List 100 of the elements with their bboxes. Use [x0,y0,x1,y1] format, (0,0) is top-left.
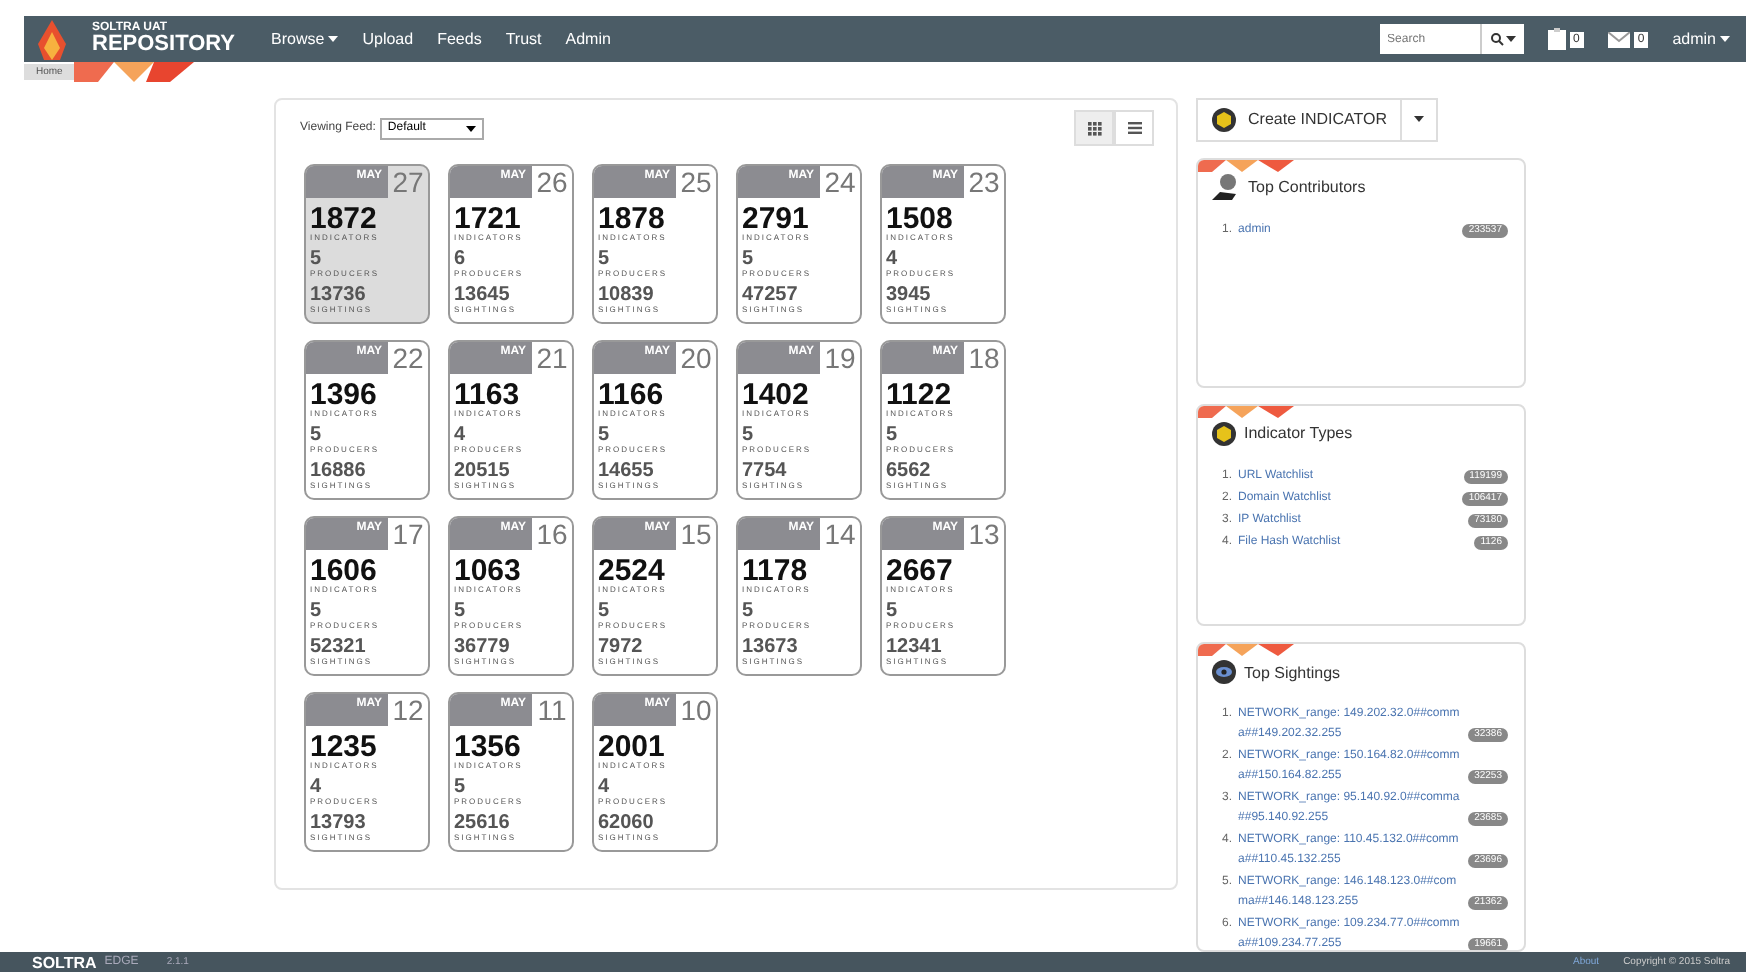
stat-value: 5 [598,250,612,270]
stat-value: 2791 [742,204,811,234]
caret-icon [1505,36,1516,42]
stat-value: 1606 [310,556,379,586]
clipboard-icon [1547,28,1566,50]
menu-item[interactable]: Feeds [437,30,482,48]
grid-view-button[interactable] [1074,110,1114,146]
card-day: 19 [820,342,860,374]
stat-value: 4 [886,250,900,270]
card-day: 10 [676,694,716,726]
card-day: 13 [964,518,1004,550]
stat-value: 13645 [454,286,512,306]
widget-title: Indicator Types [1244,424,1353,443]
stat-value: 1163 [454,380,520,410]
envelope-icon [1607,31,1630,47]
menu-item[interactable]: Browse [271,30,339,48]
stat-value: 14655 [598,462,656,482]
search-button[interactable] [1479,24,1524,54]
stat-value: 7972 [598,638,645,658]
stat-value: 6562 [886,462,933,482]
search-icon [1489,32,1504,46]
card-day: 21 [532,342,572,374]
caret-icon [1414,116,1424,123]
card-day: 23 [964,166,1004,198]
stat-value: 5 [310,250,324,270]
stat-value: 20515 [454,462,512,482]
stat-value: 5 [598,602,612,622]
card-day: 24 [820,166,860,198]
stat-value: 16886 [310,462,368,482]
stat-value: 1178 [742,556,808,586]
triangle-banner-icon [1198,405,1294,418]
footer-brand: SOLTRA [32,953,97,971]
stat-value: 12341 [886,638,944,658]
stat-value: 1878 [598,204,667,234]
stat-value: 13793 [310,814,368,834]
stat-value: 3945 [886,286,933,306]
stat-value: 1396 [310,380,379,410]
stat-value: 1356 [454,732,523,762]
stat-value: 1872 [310,204,379,234]
stat-value: 1063 [454,556,523,586]
card-day: 20 [676,342,716,374]
stat-value: 5 [886,426,900,446]
stat-value: 62060 [598,814,656,834]
triangle-banner-icon [1198,159,1294,172]
menu-item[interactable]: Upload [362,30,414,48]
stat-value: 36779 [454,638,512,658]
stat-value: 5 [886,602,900,622]
card-day: 22 [388,342,428,374]
card-day: 27 [388,166,428,198]
create-indicator-button[interactable]: Create INDICATOR [1196,98,1402,142]
stat-value: 5 [310,602,324,622]
menu-item[interactable]: Trust [505,30,542,48]
stat-value: 7754 [742,462,789,482]
card-day: 26 [532,166,572,198]
stat-value: 13736 [310,286,368,306]
stat-value: 1122 [886,380,952,410]
caret-icon [465,125,476,131]
flame-logo-icon [36,19,68,59]
card-day: 12 [388,694,428,726]
card-day: 14 [820,518,860,550]
brand-title: REPOSITORY [92,34,236,56]
stat-value: 25616 [454,814,512,834]
caret-icon [1720,36,1730,42]
stat-value: 6 [454,250,468,270]
dropdown-toggle[interactable] [1402,98,1438,142]
stat-value: 10839 [598,286,656,306]
stat-value: 1721 [454,204,523,234]
card-day: 11 [532,694,572,726]
card-day: 16 [532,518,572,550]
triangle-banner-icon [74,62,195,82]
user-menu[interactable]: admin [1672,30,1730,48]
card-day: 18 [964,342,1004,374]
stat-value: 13673 [742,638,800,658]
stat-value: 2667 [886,556,955,586]
stat-value: 5 [742,250,756,270]
stat-value: 5 [454,778,468,798]
stat-value: 1166 [598,380,664,410]
stat-value: 52321 [310,638,368,658]
stat-value: 2524 [598,556,667,586]
card-day: 17 [388,518,428,550]
stat-value: 1402 [742,380,811,410]
stat-value: 1235 [310,732,379,762]
eye-icon [1210,658,1238,687]
card-day: 15 [676,518,716,550]
stat-value: 5 [598,426,612,446]
stat-value: 5 [310,426,324,446]
widget-title: Top Sightings [1244,663,1341,682]
stat-value: 2001 [598,732,667,762]
stat-value: 5 [742,602,756,622]
list-icon [1127,122,1141,134]
card-day: 25 [676,166,716,198]
list-view-button[interactable] [1114,110,1154,146]
menu-item[interactable]: Admin [565,30,611,48]
stat-value: 4 [598,778,612,798]
stat-value: 1508 [886,204,955,234]
caret-icon [328,36,339,42]
triangle-banner-icon [1198,644,1294,657]
stat-value: 5 [742,426,756,446]
stat-value: 4 [310,778,324,798]
stat-value: 4 [454,426,468,446]
